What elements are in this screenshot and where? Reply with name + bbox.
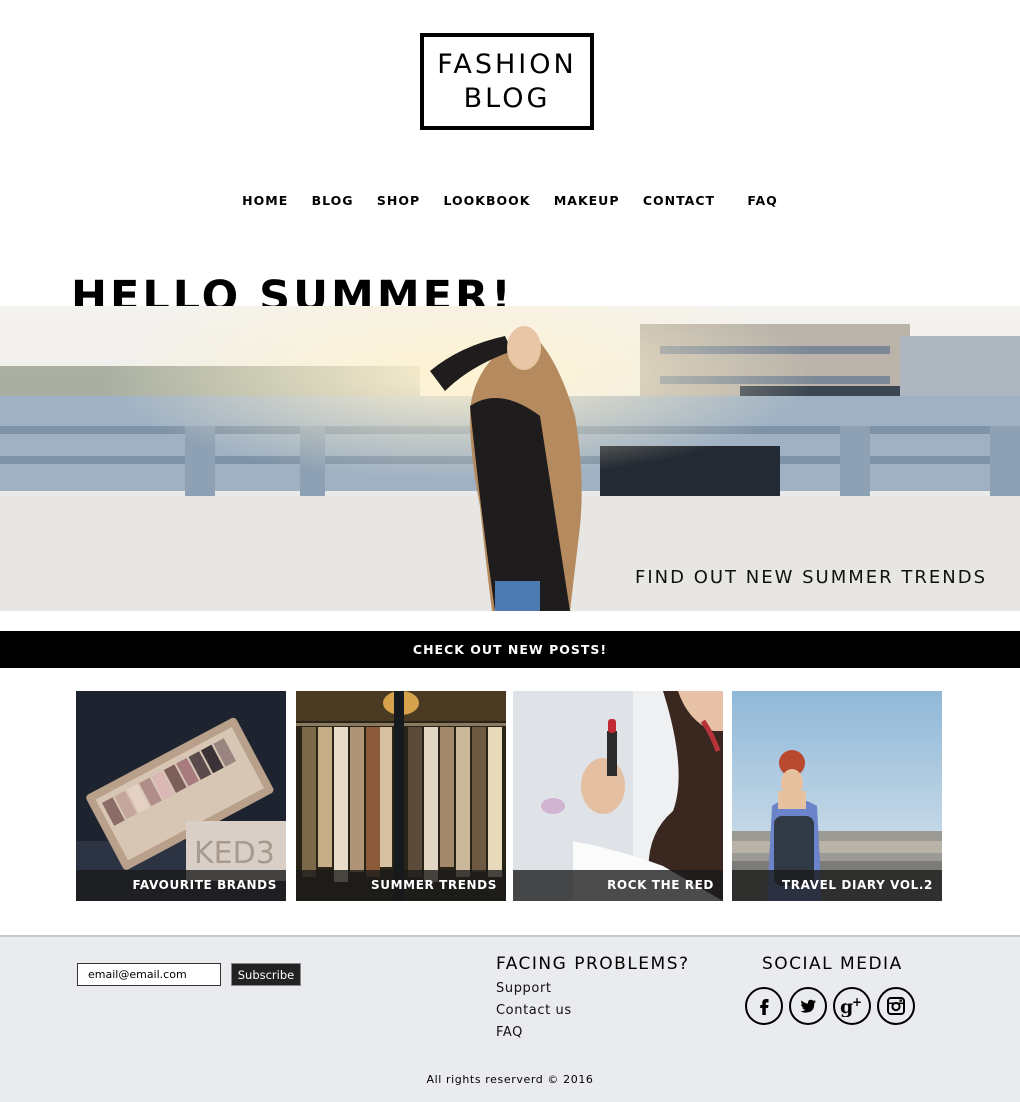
nav-contact[interactable]: CONTACT: [643, 193, 715, 208]
post-title: ROCK THE RED: [513, 870, 723, 901]
faq-link[interactable]: FAQ: [496, 1022, 572, 1044]
post-title: SUMMER TRENDS: [296, 870, 506, 901]
facebook-icon[interactable]: [745, 987, 783, 1025]
subscribe-button[interactable]: Subscribe: [231, 963, 301, 986]
svg-text:KED3: KED3: [194, 836, 275, 871]
hero-image: [0, 306, 1020, 611]
social-icons: g +: [745, 987, 915, 1025]
post-title: FAVOURITE BRANDS: [76, 870, 286, 901]
svg-text:+: +: [852, 995, 862, 1009]
logo-line-2: BLOG: [463, 82, 551, 114]
nav-home[interactable]: HOME: [242, 193, 288, 208]
site-footer: Subscribe FACING PROBLEMS? Support Conta…: [0, 935, 1020, 1102]
post-card-summer-trends[interactable]: SUMMER TRENDS: [296, 691, 506, 901]
instagram-icon[interactable]: [877, 987, 915, 1025]
google-plus-icon[interactable]: g +: [833, 987, 871, 1025]
copyright: All rights reserverd © 2016: [426, 1073, 594, 1086]
hero-cta[interactable]: FIND OUT NEW SUMMER TRENDS: [635, 567, 987, 588]
new-posts-banner[interactable]: CHECK OUT NEW POSTS!: [0, 631, 1020, 668]
support-link[interactable]: Support: [496, 978, 572, 1000]
twitter-icon[interactable]: [789, 987, 827, 1025]
nav-lookbook[interactable]: LOOKBOOK: [444, 193, 531, 208]
main-nav: HOME BLOG SHOP LOOKBOOK MAKEUP CONTACT F…: [0, 193, 1020, 208]
nav-makeup[interactable]: MAKEUP: [554, 193, 620, 208]
post-card-favourite-brands[interactable]: KED3 FAVOURITE BRANDS: [76, 691, 286, 901]
email-field[interactable]: [77, 963, 221, 986]
contact-us-link[interactable]: Contact us: [496, 1000, 572, 1022]
help-links: Support Contact us FAQ: [496, 978, 572, 1044]
site-logo[interactable]: FASHION BLOG: [420, 33, 594, 130]
help-title: FACING PROBLEMS?: [496, 954, 690, 974]
post-card-travel-diary[interactable]: TRAVEL DIARY VOL.2: [732, 691, 942, 901]
post-title: TRAVEL DIARY VOL.2: [732, 870, 942, 901]
nav-faq[interactable]: FAQ: [747, 193, 777, 208]
logo-line-1: FASHION: [437, 48, 577, 80]
post-card-rock-the-red[interactable]: ROCK THE RED: [513, 691, 723, 901]
nav-shop[interactable]: SHOP: [377, 193, 420, 208]
nav-blog[interactable]: BLOG: [312, 193, 354, 208]
social-title: SOCIAL MEDIA: [762, 954, 903, 974]
hero-banner[interactable]: FIND OUT NEW SUMMER TRENDS: [0, 306, 1020, 611]
